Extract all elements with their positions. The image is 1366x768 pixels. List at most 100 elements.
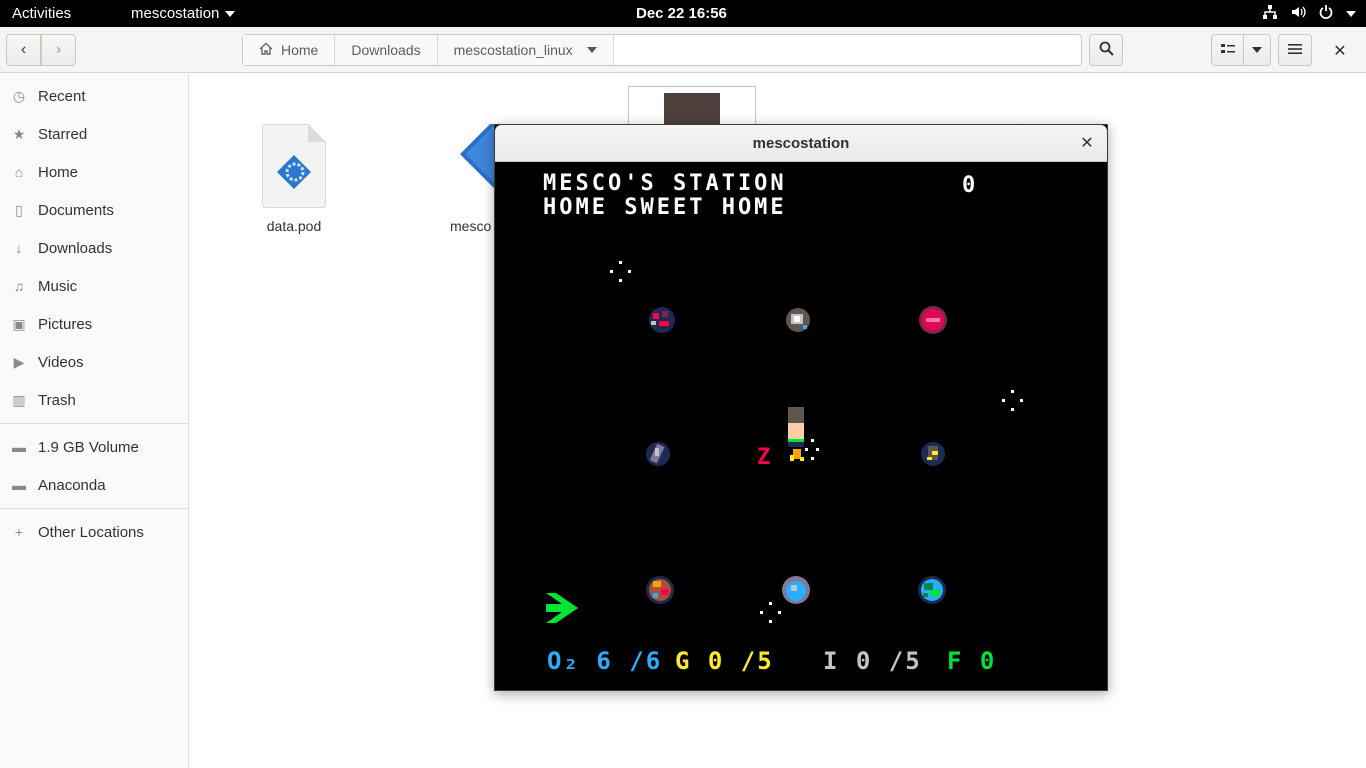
files-headerbar: ‹ › Home Downloads mescostation_linux ✕	[0, 27, 1366, 73]
sidebar-item-recent[interactable]: ◷ Recent	[0, 79, 188, 113]
game-score: 0	[962, 173, 979, 198]
document-icon: ▯	[15, 201, 23, 218]
forward-button[interactable]: ›	[41, 34, 76, 66]
sidebar-item-downloads[interactable]: ↓ Downloads	[0, 231, 188, 265]
sidebar-item-music[interactable]: ♫ Music	[0, 269, 188, 303]
asteroid-yellow-icon[interactable]	[918, 439, 948, 469]
view-toggle-button[interactable]	[1211, 34, 1244, 66]
sparkle-icon	[610, 261, 631, 282]
trash-icon: ▥	[12, 391, 26, 408]
search-button[interactable]	[1089, 34, 1123, 66]
planet-blue-icon[interactable]	[779, 573, 813, 607]
plus-icon: +	[14, 524, 24, 540]
sidebar-item-label: Trash	[38, 391, 76, 409]
sidebar-item-label: Home	[38, 163, 79, 181]
asteroid-icon[interactable]	[643, 439, 673, 469]
thumbnail-image	[664, 93, 720, 127]
sidebar-item-starred[interactable]: ★ Starred	[0, 117, 188, 151]
clock[interactable]: Dec 22 16:56	[636, 5, 727, 22]
document-icon	[260, 124, 328, 210]
breadcrumb-label: Home	[281, 42, 319, 58]
planet-orange-icon[interactable]	[643, 573, 677, 607]
hud-oxygen: O₂ 6 /6	[547, 647, 663, 675]
app-menu-label: mescostation	[131, 5, 220, 22]
sidebar-item-label: Other Locations	[38, 523, 144, 541]
menu-button[interactable]	[1278, 34, 1312, 66]
game-close-button[interactable]: ✕	[1077, 133, 1097, 153]
download-icon: ↓	[15, 240, 23, 256]
chevron-down-icon	[1346, 11, 1356, 17]
back-button[interactable]: ‹	[6, 34, 41, 66]
window-close-button[interactable]: ✕	[1330, 41, 1350, 61]
sidebar-item-label: Anaconda	[38, 476, 106, 494]
game-window: mescostation ✕ MESCO'S STATION HOME SWEE…	[494, 124, 1108, 691]
sidebar-item-label: Videos	[38, 353, 84, 371]
z-marker-label: Z	[757, 445, 774, 470]
game-window-titlebar[interactable]: mescostation	[495, 125, 1107, 162]
sidebar-item-documents[interactable]: ▯ Documents	[0, 193, 188, 227]
sparkle-icon	[1002, 390, 1023, 411]
game-heading-line2: HOME SWEET HOME	[543, 195, 787, 220]
history-nav: ‹ ›	[6, 34, 76, 66]
sidebar-item-home[interactable]: ⌂ Home	[0, 155, 188, 189]
system-tray[interactable]	[1262, 4, 1356, 24]
game-heading-line1: MESCO'S STATION	[543, 171, 787, 196]
hamburger-menu-icon	[1288, 42, 1302, 58]
sidebar-item-label: 1.9 GB Volume	[38, 438, 139, 456]
gear-icon	[277, 155, 311, 189]
breadcrumb-downloads[interactable]: Downloads	[335, 35, 438, 65]
list-view-icon	[1220, 42, 1235, 58]
planet-earth-icon[interactable]	[915, 573, 949, 607]
clock-icon: ◷	[12, 87, 26, 104]
view-options-button[interactable]	[1243, 34, 1271, 66]
camera-icon: ▣	[12, 315, 26, 332]
file-item-thumbnail[interactable]	[628, 86, 756, 127]
sidebar-item-anaconda[interactable]: ▬ Anaconda	[0, 468, 188, 502]
file-item-data-pod[interactable]: data.pod	[254, 124, 334, 234]
home-icon	[259, 42, 273, 59]
sidebar-item-label: Starred	[38, 125, 88, 143]
sidebar-item-other-locations[interactable]: + Other Locations	[0, 515, 188, 549]
drive-icon: ▬	[12, 477, 26, 493]
places-sidebar: ◷ Recent ★ Starred ⌂ Home ▯ Documents ↓ …	[0, 74, 189, 768]
sidebar-item-label: Documents	[38, 201, 114, 219]
breadcrumb-current-folder[interactable]: mescostation_linux	[437, 35, 614, 65]
astronaut-player-icon[interactable]	[785, 405, 821, 473]
sidebar-item-volume[interactable]: ▬ 1.9 GB Volume	[0, 430, 188, 464]
sidebar-item-videos[interactable]: ▶ Videos	[0, 345, 188, 379]
planet-red-icon[interactable]	[645, 303, 679, 337]
hud-food: F 0	[947, 647, 997, 675]
volume-icon	[1290, 4, 1306, 24]
close-icon: ✕	[1080, 135, 1094, 152]
player-arrow-icon	[546, 593, 578, 623]
sidebar-item-pictures[interactable]: ▣ Pictures	[0, 307, 188, 341]
chevron-down-icon	[586, 47, 597, 53]
planet-pink-icon[interactable]	[916, 303, 950, 337]
close-icon: ✕	[1333, 43, 1347, 60]
planet-gray-icon[interactable]	[781, 303, 815, 337]
star-icon: ★	[12, 125, 26, 142]
sidebar-separator	[0, 508, 188, 509]
video-icon: ▶	[13, 353, 25, 370]
sidebar-item-label: Recent	[38, 87, 86, 105]
network-icon	[1262, 4, 1278, 24]
chevron-down-icon	[225, 11, 236, 18]
activities-button[interactable]: Activities	[12, 5, 71, 22]
search-icon	[1099, 41, 1114, 59]
chevron-left-icon: ‹	[20, 41, 27, 58]
app-menu[interactable]: mescostation	[131, 5, 236, 22]
sidebar-item-label: Pictures	[38, 315, 93, 333]
sidebar-item-label: Music	[38, 277, 78, 295]
power-icon	[1318, 4, 1334, 24]
music-icon: ♫	[13, 278, 25, 294]
window-title: mescostation	[752, 134, 850, 152]
top-bar: Activities mescostation Dec 22 16:56	[0, 0, 1366, 27]
breadcrumb-home[interactable]: Home	[243, 35, 336, 65]
breadcrumb-label: mescostation_linux	[453, 42, 573, 58]
sidebar-item-trash[interactable]: ▥ Trash	[0, 383, 188, 417]
chevron-down-icon	[1252, 47, 1262, 53]
breadcrumb-label: Downloads	[351, 42, 421, 58]
game-canvas[interactable]: MESCO'S STATION HOME SWEET HOME 0 Z O₂ 6…	[495, 163, 1107, 690]
home-icon: ⌂	[14, 164, 24, 180]
sidebar-separator	[0, 423, 188, 424]
